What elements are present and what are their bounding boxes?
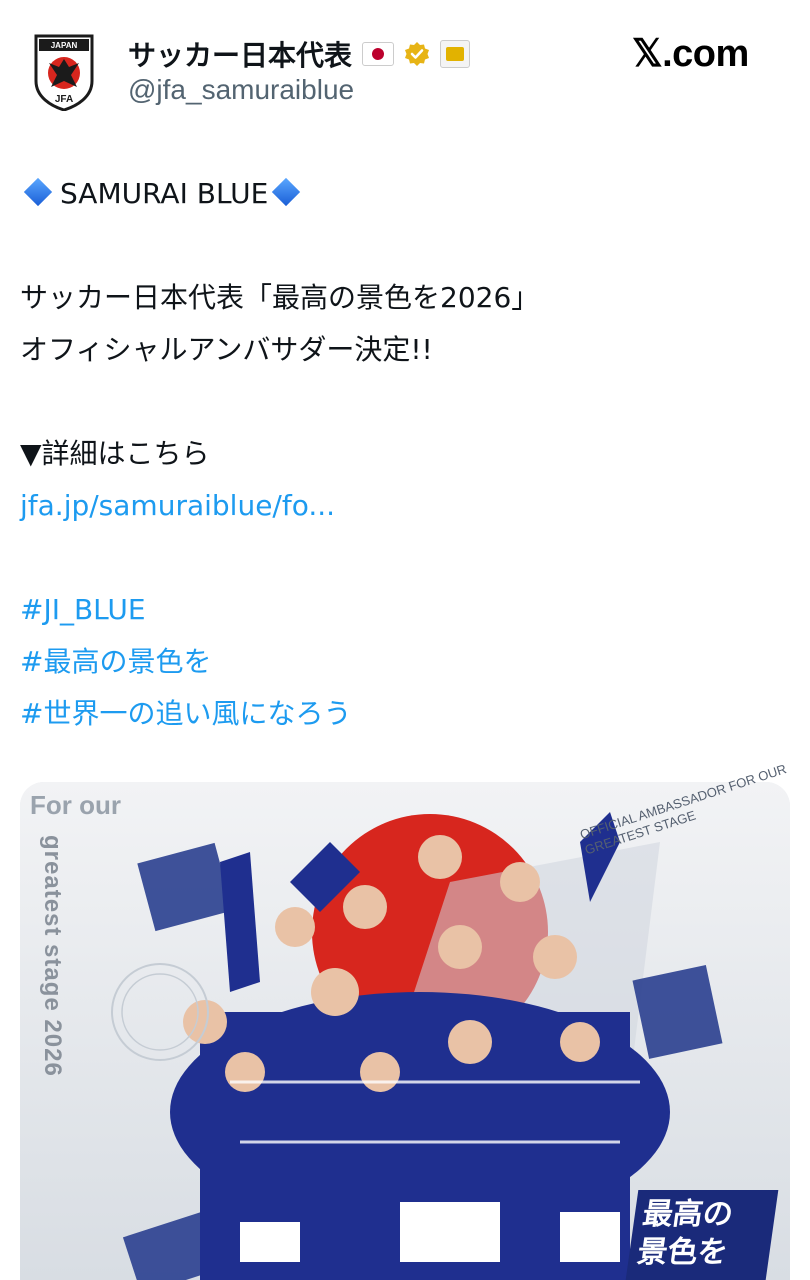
x-com-brand: 𝕏.com (632, 33, 749, 75)
jfa-logo-avatar[interactable]: JAPAN JFA (33, 33, 95, 112)
tweet-header: JAPAN JFA サッカー日本代表 @jfa_samuraiblue 𝕏.co… (0, 0, 810, 130)
poster-top-text: For our (30, 790, 121, 820)
logo-top-text: JAPAN (51, 41, 78, 50)
japan-flag-icon (362, 42, 395, 66)
details-line: ▼詳細はこちら (20, 437, 210, 470)
account-handle[interactable]: @jfa_samuraiblue (128, 74, 354, 106)
display-name[interactable]: サッカー日本代表 (128, 34, 352, 74)
hashtag-sekai-ichi[interactable]: #世界一の追い風になろう (20, 688, 790, 740)
display-name-row: サッカー日本代表 (128, 34, 471, 74)
tweet-text: SAMURAI BLUE サッカー日本代表「最高の景色を2026」 オフィシャル… (20, 168, 790, 740)
tweet-title-line: SAMURAI BLUE (20, 168, 790, 220)
poster-title: 最高の 景色を (625, 1190, 779, 1280)
hashtag-saikou-no-keshiki[interactable]: #最高の景色を (20, 636, 790, 688)
affiliate-badge-icon[interactable] (440, 40, 471, 68)
logo-bottom-text: JFA (55, 94, 73, 105)
verified-gold-icon[interactable] (404, 41, 430, 67)
blue-diamond-icon (23, 177, 53, 207)
poster-vertical-text: greatest stage 2026 (39, 835, 66, 1077)
tweet-title: SAMURAI BLUE (60, 177, 269, 210)
blue-diamond-icon (272, 177, 301, 207)
tweet-link[interactable]: jfa.jp/samuraiblue/fo... (20, 480, 790, 532)
tweet-line-2: オフィシャルアンバサダー決定!! (20, 333, 433, 366)
tweet-line-1: サッカー日本代表「最高の景色を2026」 (20, 281, 540, 314)
hashtag-ji-blue[interactable]: #JI_BLUE (20, 584, 790, 636)
